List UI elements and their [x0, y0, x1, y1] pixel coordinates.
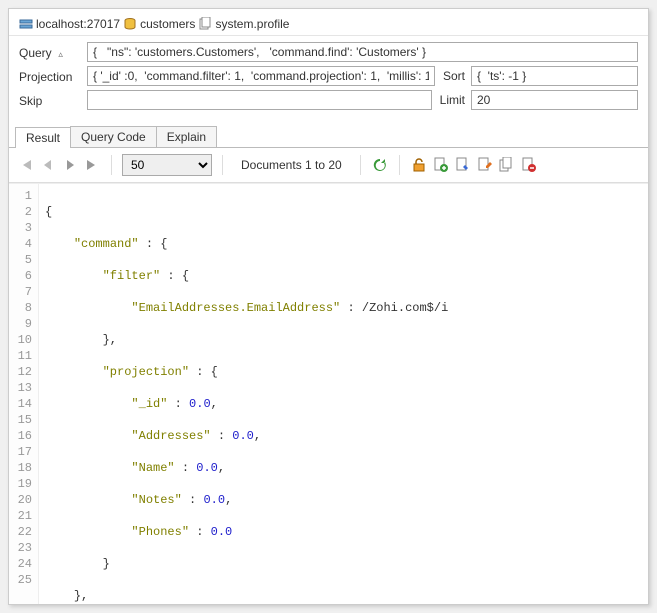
- breadcrumb-host[interactable]: localhost:27017: [36, 17, 120, 31]
- query-form: Query ▵ Projection Sort Skip Limit: [9, 36, 648, 120]
- query-label: Query: [19, 46, 52, 60]
- unlock-icon[interactable]: [410, 156, 428, 174]
- breadcrumb-db[interactable]: customers: [140, 17, 195, 31]
- projection-input[interactable]: [87, 66, 435, 86]
- sort-label: Sort: [441, 69, 465, 83]
- collection-icon: [198, 17, 212, 31]
- next-page-icon[interactable]: [61, 156, 79, 174]
- code-area: 1234567891011121314151617181920212223242…: [9, 183, 648, 604]
- breadcrumb: localhost:27017 customers system.profile: [9, 9, 648, 36]
- edit-document-icon[interactable]: [476, 156, 494, 174]
- document-range: Documents 1 to 20: [241, 158, 342, 172]
- first-page-icon[interactable]: [17, 156, 35, 174]
- database-icon: [123, 17, 137, 31]
- query-input[interactable]: [87, 42, 638, 62]
- projection-label: Projection: [19, 69, 81, 84]
- limit-label: Limit: [438, 93, 465, 107]
- result-toolbar: 50 Documents 1 to 20: [9, 148, 648, 183]
- view-document-icon[interactable]: [454, 156, 472, 174]
- add-document-icon[interactable]: [432, 156, 450, 174]
- tab-query-code[interactable]: Query Code: [70, 126, 157, 147]
- skip-input[interactable]: [87, 90, 432, 110]
- last-page-icon[interactable]: [83, 156, 101, 174]
- code-content[interactable]: { "command" : { "filter" : { "EmailAddre…: [39, 184, 648, 604]
- prev-page-icon[interactable]: [39, 156, 57, 174]
- result-tabs: Result Query Code Explain: [9, 126, 648, 148]
- skip-label: Skip: [19, 93, 81, 108]
- refresh-icon[interactable]: [371, 156, 389, 174]
- breadcrumb-collection[interactable]: system.profile: [215, 17, 289, 31]
- tab-result[interactable]: Result: [15, 127, 71, 148]
- limit-input[interactable]: [471, 90, 638, 110]
- collapse-icon[interactable]: ▵: [58, 49, 63, 59]
- host-icon: [19, 17, 33, 31]
- page-size-select[interactable]: 50: [122, 154, 212, 176]
- sort-input[interactable]: [471, 66, 638, 86]
- query-panel: localhost:27017 customers system.profile…: [8, 8, 649, 605]
- copy-document-icon[interactable]: [498, 156, 516, 174]
- tab-explain[interactable]: Explain: [156, 126, 217, 147]
- line-gutter: 1234567891011121314151617181920212223242…: [9, 184, 39, 604]
- delete-document-icon[interactable]: [520, 156, 538, 174]
